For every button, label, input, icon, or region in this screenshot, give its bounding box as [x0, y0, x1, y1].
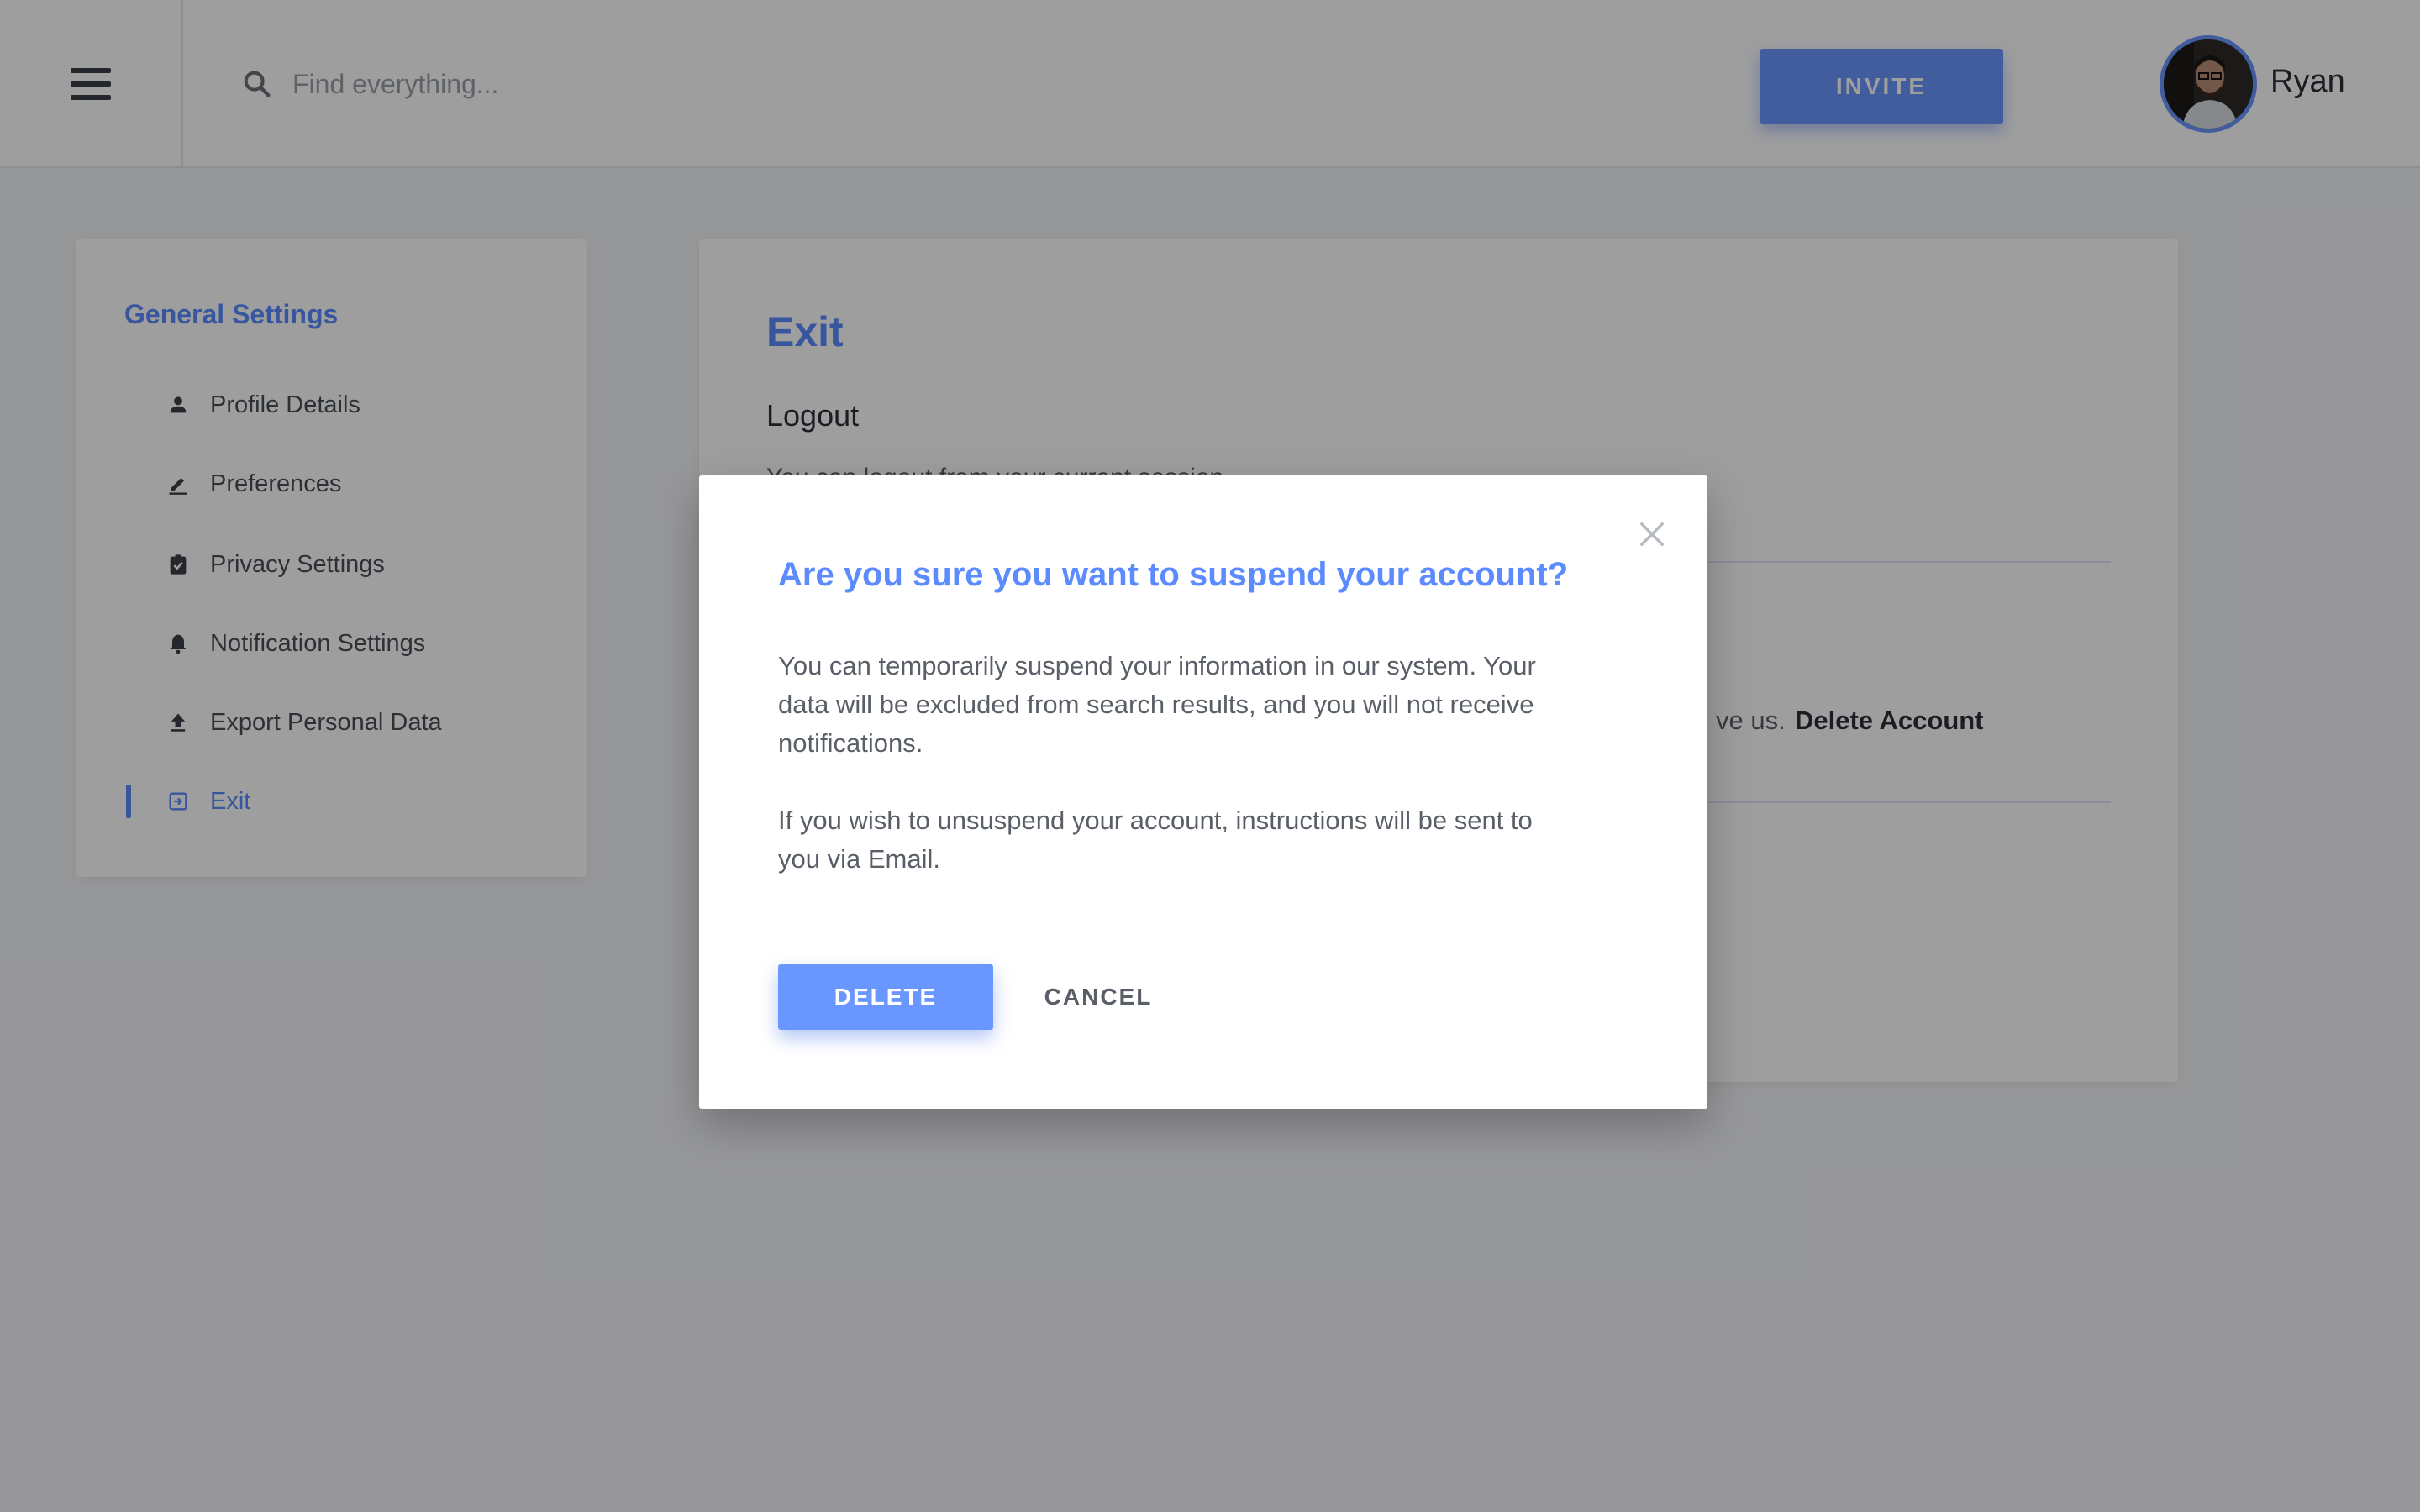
close-icon[interactable] — [1635, 517, 1669, 551]
delete-button[interactable]: DELETE — [778, 964, 993, 1030]
suspend-account-modal: Are you sure you want to suspend your ac… — [699, 475, 1707, 1109]
modal-paragraph: You can temporarily suspend your informa… — [778, 651, 1536, 758]
modal-paragraph: If you wish to unsuspend your account, i… — [778, 806, 1533, 874]
settings-page: INVITE Ryan General Settings Profile Det… — [0, 0, 2420, 1512]
cancel-button[interactable]: CANCEL — [1018, 964, 1178, 1030]
modal-title: Are you sure you want to suspend your ac… — [778, 556, 1569, 593]
